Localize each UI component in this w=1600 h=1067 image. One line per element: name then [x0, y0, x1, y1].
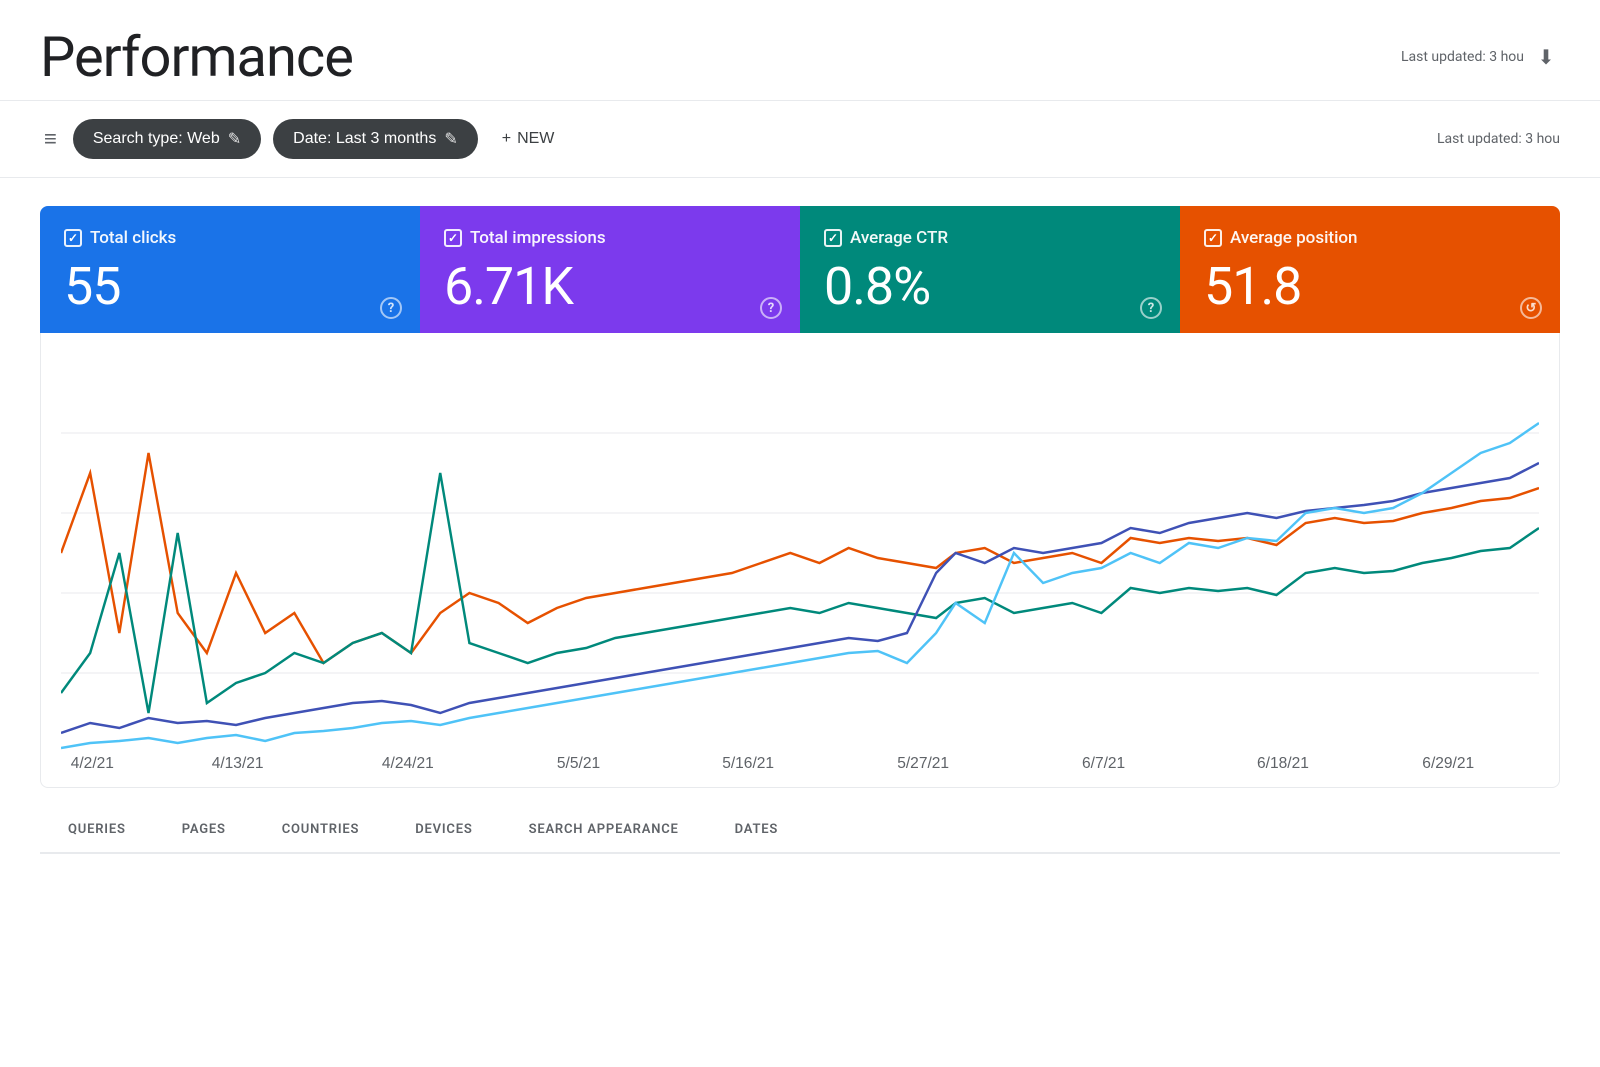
tab-queries[interactable]: QUERIES: [40, 808, 154, 854]
page: Performance Last updated: 3 hou ⬇ ≡ Sear…: [0, 0, 1600, 1067]
metric-info-position[interactable]: ↺: [1520, 297, 1542, 319]
chart-area: 4/2/21 4/13/21 4/24/21 5/5/21 5/16/21 5/…: [40, 333, 1560, 788]
metric-checkbox-ctr[interactable]: [824, 229, 842, 247]
svg-text:6/7/21: 6/7/21: [1082, 755, 1125, 772]
metrics-row: Total clicks 55 ? Total impressions 6.71…: [40, 206, 1560, 333]
metric-card-average-position[interactable]: Average position 51.8 ↺: [1180, 206, 1560, 333]
metric-info-impressions[interactable]: ?: [760, 297, 782, 319]
svg-text:4/13/21: 4/13/21: [212, 755, 264, 772]
metric-card-total-clicks[interactable]: Total clicks 55 ?: [40, 206, 420, 333]
tab-countries[interactable]: COUNTRIES: [254, 808, 387, 854]
metric-value-ctr: 0.8%: [824, 258, 1156, 315]
search-type-label: Search type: Web: [93, 130, 220, 148]
metric-label-position: Average position: [1230, 228, 1358, 248]
tab-devices[interactable]: DEVICES: [387, 808, 500, 854]
new-label: NEW: [517, 130, 554, 148]
metric-label-impressions: Total impressions: [470, 228, 606, 248]
header-right: Last updated: 3 hou ⬇: [1401, 43, 1560, 71]
svg-text:5/16/21: 5/16/21: [722, 755, 774, 772]
metric-checkbox-clicks[interactable]: [64, 229, 82, 247]
performance-chart: 4/2/21 4/13/21 4/24/21 5/5/21 5/16/21 5/…: [61, 353, 1539, 773]
svg-text:6/18/21: 6/18/21: [1257, 755, 1309, 772]
metric-label-row-position: Average position: [1204, 228, 1536, 248]
download-icon[interactable]: ⬇: [1532, 43, 1560, 71]
filter-icon[interactable]: ≡: [40, 122, 61, 156]
metric-label-ctr: Average CTR: [850, 228, 948, 248]
metric-checkbox-position[interactable]: [1204, 229, 1222, 247]
new-filter-button[interactable]: + NEW: [490, 120, 567, 158]
tabs-row: QUERIES PAGES COUNTRIES DEVICES SEARCH A…: [40, 808, 1560, 854]
plus-icon: +: [502, 130, 511, 148]
metric-checkbox-impressions[interactable]: [444, 229, 462, 247]
metric-info-clicks[interactable]: ?: [380, 297, 402, 319]
metric-label-row-impressions: Total impressions: [444, 228, 776, 248]
tab-search-appearance[interactable]: SEARCH APPEARANCE: [501, 808, 707, 854]
metric-label-clicks: Total clicks: [90, 228, 176, 248]
date-filter-button[interactable]: Date: Last 3 months ✎: [273, 119, 478, 159]
svg-text:4/24/21: 4/24/21: [382, 755, 434, 772]
metric-card-average-ctr[interactable]: Average CTR 0.8% ?: [800, 206, 1180, 333]
page-title: Performance: [40, 24, 353, 90]
last-updated-text: Last updated: 3 hou: [1401, 49, 1524, 65]
date-label: Date: Last 3 months: [293, 130, 436, 148]
svg-text:4/2/21: 4/2/21: [71, 755, 114, 772]
search-type-button[interactable]: Search type: Web ✎: [73, 119, 261, 159]
toolbar: ≡ Search type: Web ✎ Date: Last 3 months…: [0, 101, 1600, 178]
metric-card-total-impressions[interactable]: Total impressions 6.71K ?: [420, 206, 800, 333]
svg-text:6/29/21: 6/29/21: [1422, 755, 1474, 772]
metric-info-ctr[interactable]: ?: [1140, 297, 1162, 319]
page-header: Performance Last updated: 3 hou ⬇: [0, 0, 1600, 101]
tab-dates[interactable]: DATES: [707, 808, 806, 854]
metric-value-position: 51.8: [1204, 258, 1536, 315]
metric-value-impressions: 6.71K: [444, 258, 776, 315]
metric-label-row-ctr: Average CTR: [824, 228, 1156, 248]
metric-value-clicks: 55: [64, 258, 396, 315]
edit-date-icon: ✎: [444, 129, 457, 149]
svg-text:5/5/21: 5/5/21: [557, 755, 600, 772]
last-updated-toolbar: Last updated: 3 hou: [1437, 131, 1560, 147]
tab-pages[interactable]: PAGES: [154, 808, 254, 854]
metric-label-row-clicks: Total clicks: [64, 228, 396, 248]
edit-search-type-icon: ✎: [228, 129, 241, 149]
svg-text:5/27/21: 5/27/21: [897, 755, 949, 772]
